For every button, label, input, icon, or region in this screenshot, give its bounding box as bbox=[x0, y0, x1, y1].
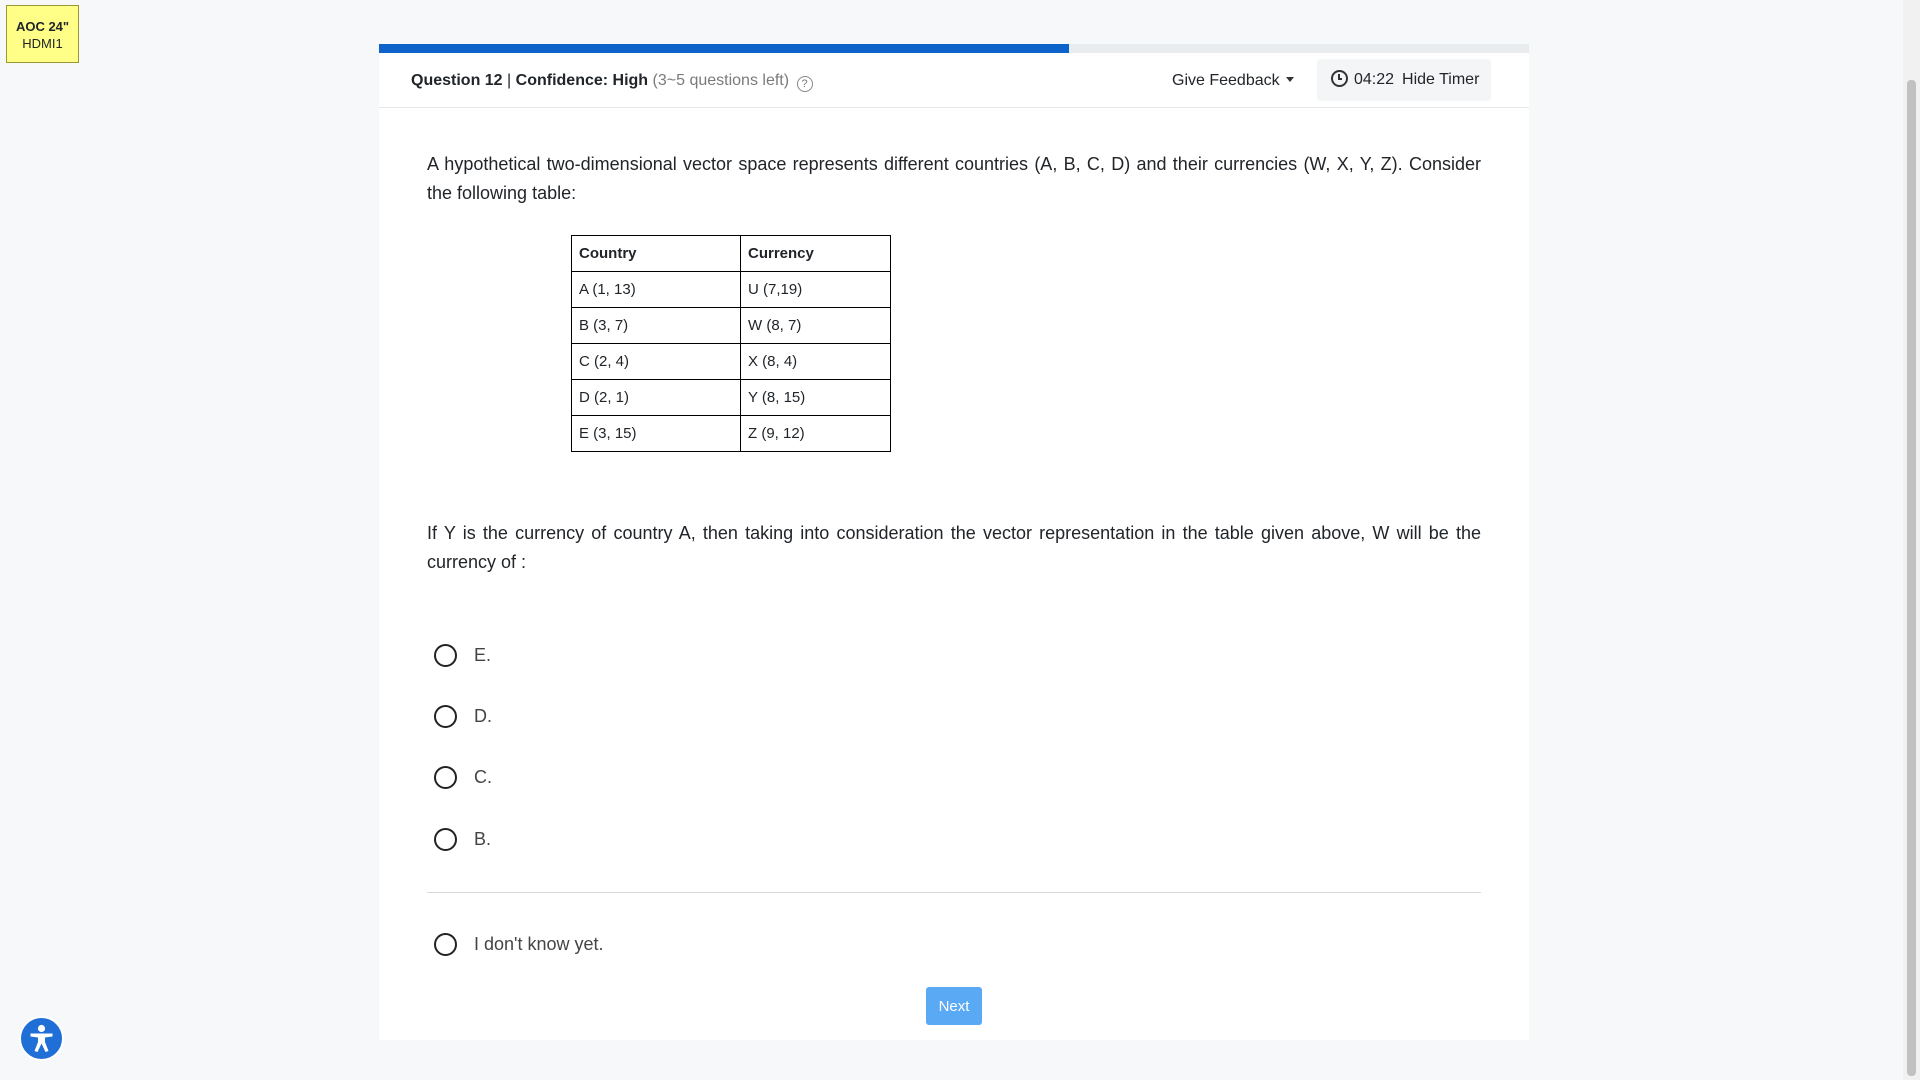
monitor-sticker: AOC 24" HDMI1 bbox=[6, 5, 79, 63]
hide-timer-button[interactable]: Hide Timer bbox=[1402, 71, 1479, 88]
progress-bar bbox=[379, 44, 1529, 53]
vector-table: Country Currency A (1, 13) U (7,19) B (3… bbox=[571, 235, 891, 452]
progress-fill bbox=[379, 44, 1069, 53]
table-cell: A (1, 13) bbox=[571, 271, 741, 308]
header-separator: | bbox=[507, 72, 512, 89]
table-row: E (3, 15) Z (9, 12) bbox=[571, 415, 891, 452]
timer-widget: 04:22 Hide Timer bbox=[1317, 59, 1491, 101]
question-number: Question 12 bbox=[411, 72, 503, 89]
table-row: B (3, 7) W (8, 7) bbox=[571, 307, 891, 344]
quiz-card: Question 12 | Confidence: High (3~5 ques… bbox=[379, 44, 1529, 1040]
table-cell: U (7,19) bbox=[740, 271, 891, 308]
option-d[interactable]: D. bbox=[434, 705, 492, 735]
radio-circle-icon[interactable] bbox=[434, 766, 457, 789]
option-c[interactable]: C. bbox=[434, 766, 492, 796]
option-label: C. bbox=[474, 767, 492, 787]
caret-down-icon bbox=[1285, 77, 1294, 82]
page-scrollbar[interactable] bbox=[1903, 0, 1920, 1080]
help-circle-icon[interactable]: ? bbox=[796, 76, 813, 92]
radio-circle-icon[interactable] bbox=[434, 828, 457, 851]
table-cell: E (3, 15) bbox=[571, 415, 741, 452]
question-info: Question 12 | Confidence: High (3~5 ques… bbox=[411, 72, 813, 92]
table-row: C (2, 4) X (8, 4) bbox=[571, 343, 891, 380]
scrollbar-thumb[interactable] bbox=[1907, 80, 1916, 1076]
table-cell: X (8, 4) bbox=[740, 343, 891, 380]
feedback-label: Give Feedback bbox=[1172, 72, 1280, 89]
table-row: A (1, 13) U (7,19) bbox=[571, 271, 891, 308]
radio-circle-icon[interactable] bbox=[434, 644, 457, 667]
next-button[interactable]: Next bbox=[926, 987, 982, 1025]
sticker-line-2: HDMI1 bbox=[22, 36, 63, 51]
question-prompt: If Y is the currency of country A, then … bbox=[427, 523, 1481, 572]
table-header-row: Country Currency bbox=[571, 235, 891, 272]
table-cell: C (2, 4) bbox=[571, 343, 741, 380]
column-header-country: Country bbox=[571, 235, 741, 272]
question-intro: A hypothetical two-dimensional vector sp… bbox=[427, 154, 1481, 203]
option-label: E. bbox=[474, 645, 492, 665]
questions-left: (3~5 questions left) bbox=[652, 72, 790, 89]
option-label: D. bbox=[474, 706, 492, 726]
give-feedback-dropdown[interactable]: Give Feedback bbox=[1172, 72, 1294, 90]
sticker-line-1: AOC 24" bbox=[15, 19, 70, 34]
confidence-label: Confidence: High bbox=[515, 72, 649, 89]
radio-circle-icon[interactable] bbox=[434, 933, 457, 956]
option-b[interactable]: B. bbox=[434, 828, 491, 858]
table-cell: Y (8, 15) bbox=[740, 379, 891, 416]
table-row: D (2, 1) Y (8, 15) bbox=[571, 379, 891, 416]
radio-circle-icon[interactable] bbox=[434, 705, 457, 728]
option-label: B. bbox=[474, 829, 492, 849]
clock-icon bbox=[1331, 70, 1348, 87]
table-cell: W (8, 7) bbox=[740, 307, 891, 344]
accessibility-figure-icon bbox=[30, 1024, 53, 1052]
option-label: I don't know yet. bbox=[474, 934, 604, 954]
table-cell: D (2, 1) bbox=[571, 379, 741, 416]
column-header-currency: Currency bbox=[740, 235, 891, 272]
table-cell: Z (9, 12) bbox=[740, 415, 891, 452]
table-cell: B (3, 7) bbox=[571, 307, 741, 344]
option-e[interactable]: E. bbox=[434, 644, 491, 674]
option-dont-know[interactable]: I don't know yet. bbox=[434, 933, 604, 963]
options-divider bbox=[427, 892, 1481, 893]
accessibility-icon[interactable] bbox=[19, 1016, 64, 1061]
quiz-header: Question 12 | Confidence: High (3~5 ques… bbox=[379, 53, 1529, 108]
timer-value: 04:22 bbox=[1354, 71, 1395, 88]
